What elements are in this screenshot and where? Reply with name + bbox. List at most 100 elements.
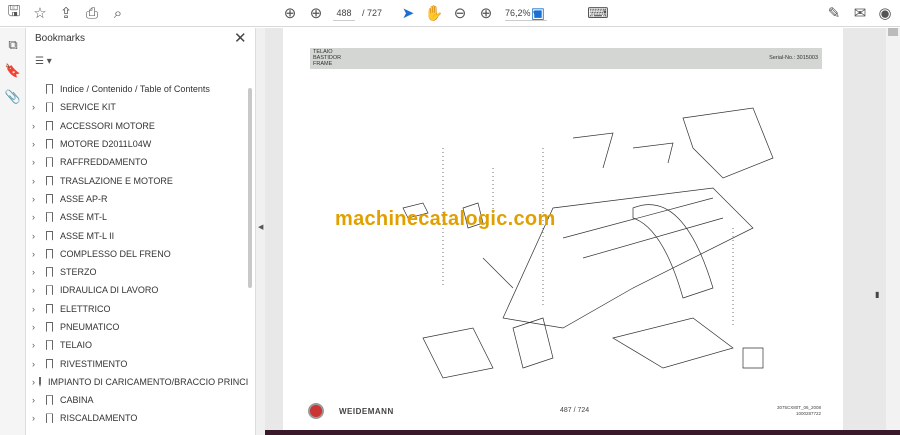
close-icon[interactable]: ✕ (234, 29, 247, 47)
chevron-right-icon[interactable]: › (32, 285, 42, 295)
bookmark-list: Indice / Contenido / Table of Contents › S… (26, 80, 248, 428)
account-icon[interactable]: ◉ (875, 4, 895, 22)
bookmark-icon (46, 322, 53, 332)
bookmark-item[interactable]: › ASSE MT-L II (26, 226, 248, 244)
bookmark-item[interactable]: › IDRAULICA DI LAVORO (26, 281, 248, 299)
bookmark-item[interactable]: › MOTORE D2011L04W (26, 135, 248, 153)
bookmark-icon (46, 303, 53, 314)
exploded-frame-diagram (402, 107, 774, 379)
bookmark-item[interactable]: › ACCESSORI MOTORE (26, 117, 248, 135)
chevron-right-icon[interactable]: › (32, 139, 42, 149)
bookmark-label: IDRAULICA DI LAVORO (60, 285, 159, 296)
bookmark-item[interactable]: › PNEUMATICO (26, 318, 248, 336)
bookmark-icon (46, 413, 53, 424)
panel-scrollbar[interactable] (248, 88, 252, 288)
upload-icon[interactable]: ⇪ (56, 4, 76, 22)
bookmark-item[interactable]: › ELETTRICO (26, 300, 248, 318)
bookmark-options-button[interactable]: ☰ ▾ (35, 56, 52, 67)
bookmark-label: ASSE MT-L II (60, 230, 115, 241)
chevron-right-icon[interactable]: › (32, 267, 42, 277)
total-pages: / 727 (362, 8, 383, 18)
bookmark-item[interactable]: Indice / Contenido / Table of Contents (26, 80, 248, 98)
code-line: 1000287722 (795, 411, 821, 416)
taskbar-strip (265, 430, 900, 435)
fit-page-icon[interactable]: ▣ (528, 4, 548, 22)
bookmark-item[interactable]: › IMPIANTO DI CARICAMENTO/BRACCIO PRINCIP… (26, 373, 248, 391)
chevron-right-icon[interactable]: › (32, 157, 42, 167)
zoom-in-icon[interactable]: ⊕ (476, 4, 496, 22)
chevron-right-icon[interactable]: › (32, 340, 42, 350)
attachment-icon[interactable]: 📎 (3, 88, 23, 106)
bookmark-icon (46, 102, 53, 113)
expand-right-icon[interactable]: ▮ (875, 290, 879, 299)
chevron-right-icon[interactable]: › (32, 212, 42, 222)
email-icon[interactable]: ✉ (850, 4, 870, 22)
bookmark-label: Indice / Contenido / Table of Contents (60, 84, 210, 95)
bookmark-item[interactable]: › SERVICE KIT (26, 98, 248, 116)
page-number-input[interactable]: 488 (333, 5, 355, 21)
bookmark-icon (46, 175, 53, 186)
chevron-right-icon[interactable]: › (32, 249, 42, 259)
select-cursor-icon[interactable]: ➤ (398, 4, 418, 22)
chevron-right-icon[interactable]: › (32, 176, 42, 186)
hand-tool-icon[interactable]: ✋ (424, 4, 444, 22)
watermark: machinecatalogic.com (335, 208, 556, 230)
panel-splitter[interactable]: ◀ (256, 28, 265, 435)
left-rail: ⧉ 🔖 📎 (0, 28, 26, 435)
pages-icon[interactable]: ⧉ (3, 36, 23, 54)
brand-name: WEIDEMANN (339, 407, 394, 416)
document-scrollbar[interactable] (886, 28, 900, 435)
chevron-right-icon[interactable]: › (32, 413, 42, 423)
bookmark-item[interactable]: › RIVESTIMENTO (26, 354, 248, 372)
bookmark-icon (46, 230, 53, 241)
chevron-right-icon[interactable]: › (32, 121, 42, 131)
bookmark-label: RAFFREDDAMENTO (60, 157, 148, 168)
chevron-right-icon[interactable]: › (32, 322, 42, 332)
bookmark-icon (46, 157, 53, 168)
bookmark-item[interactable]: › RAFFREDDAMENTO (26, 153, 248, 171)
scroll-thumb[interactable] (888, 28, 898, 36)
bookmark-item[interactable]: › RISCALDAMENTO (26, 409, 248, 427)
bookmark-icon (46, 340, 53, 351)
next-page-icon[interactable]: ⊕ (306, 4, 326, 22)
chevron-right-icon[interactable]: › (32, 102, 42, 112)
bookmark-item[interactable]: › TELAIO (26, 336, 248, 354)
bookmark-item[interactable]: › STERZO (26, 263, 248, 281)
bookmark-icon (46, 248, 53, 259)
bookmark-item[interactable]: › ASSE MT-L (26, 208, 248, 226)
search-icon[interactable]: ⌕ (108, 4, 128, 22)
bookmark-label: TELAIO (60, 340, 93, 351)
print-icon[interactable]: ⎙ (82, 4, 102, 22)
zoom-out-icon[interactable]: ⊖ (450, 4, 470, 22)
bookmark-label: MOTORE D2011L04W (60, 139, 152, 150)
save-icon[interactable]: 🖫 (4, 3, 24, 22)
prev-page-icon[interactable]: ⊕ (280, 4, 300, 22)
chevron-right-icon[interactable]: › (32, 231, 42, 241)
sign-icon[interactable]: ✎ (824, 4, 844, 22)
star-icon[interactable]: ☆ (30, 4, 50, 22)
bookmark-panel-icon[interactable]: 🔖 (3, 62, 23, 80)
bookmark-label: RISCALDAMENTO (60, 413, 138, 424)
chevron-right-icon[interactable]: › (32, 359, 42, 369)
page-header: TELAIO BASTIDOR FRAME Serial-No.: 301500… (310, 48, 822, 69)
chevron-right-icon[interactable]: › (32, 395, 42, 405)
chevron-right-icon[interactable]: › (32, 194, 42, 204)
chevron-right-icon[interactable]: › (32, 304, 42, 314)
document-code: 3075CX80T_06_2008 1000287722 (777, 405, 821, 417)
bookmark-label: CABINA (60, 395, 94, 406)
collapse-left-icon[interactable]: ◀ (258, 223, 263, 231)
bookmark-item[interactable]: › TRASLAZIONE E MOTORE (26, 171, 248, 189)
bookmark-icon (39, 376, 41, 387)
bookmark-item[interactable]: › CABINA (26, 391, 248, 409)
bookmark-label: TRASLAZIONE E MOTORE (60, 175, 173, 186)
scroll-mode-icon[interactable]: ⌨ (587, 4, 609, 22)
bookmark-icon (46, 139, 53, 150)
bookmark-label: SERVICE KIT (60, 102, 116, 113)
bookmark-label: ELETTRICO (60, 303, 111, 314)
bookmark-icon (46, 84, 53, 95)
bookmark-icon (46, 193, 53, 204)
bookmark-item[interactable]: › COMPLESSO DEL FRENO (26, 245, 248, 263)
chevron-right-icon[interactable]: › (32, 377, 35, 387)
bookmark-item[interactable]: › ASSE AP-R (26, 190, 248, 208)
bookmark-icon (46, 395, 53, 406)
